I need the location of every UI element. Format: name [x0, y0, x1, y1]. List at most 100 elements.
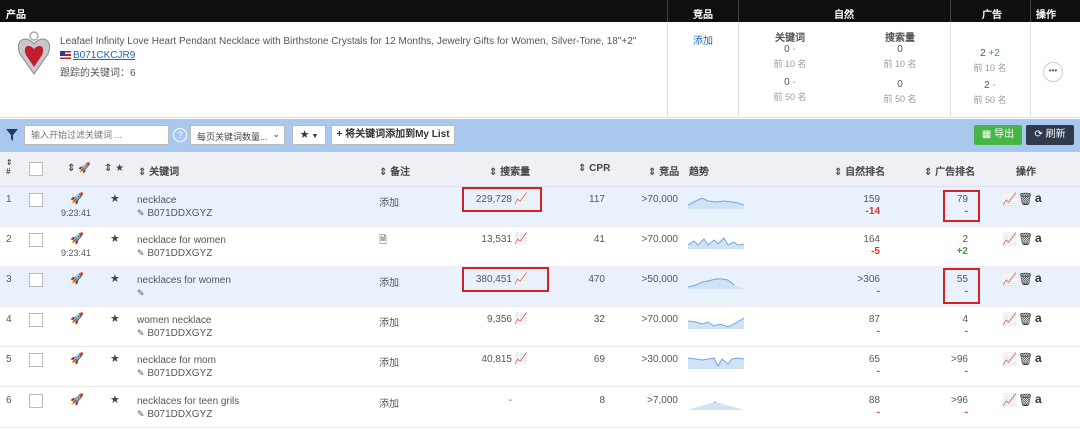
export-label: 导出 [994, 129, 1015, 140]
trash-icon[interactable]: 🗑 [1018, 312, 1033, 326]
sort-num-header[interactable]: ⇕ # [6, 158, 13, 176]
highlight-box-sv-row3 [462, 267, 549, 292]
chart-line-icon[interactable]: 📈 [1002, 232, 1017, 246]
amazon-icon[interactable]: a [1035, 351, 1042, 365]
sort-natural-rank-header[interactable]: ⇕ 自然排名 [834, 163, 885, 178]
sort-competing-header[interactable]: ⇕ 竞品 [648, 163, 679, 178]
trash-icon[interactable]: 🗑 [1018, 393, 1033, 407]
product-summary-row: Leafael Infinity Love Heart Pendant Neck… [0, 22, 1080, 118]
trend-sparkline [688, 357, 744, 369]
star-icon[interactable]: ★ [110, 352, 120, 365]
sort-cpr-header[interactable]: ⇕ CPR [578, 163, 610, 174]
trash-icon[interactable]: 🗑 [1018, 352, 1033, 366]
trash-icon[interactable]: 🗑 [1018, 272, 1033, 286]
chart-line-icon[interactable]: 📈 [1002, 272, 1017, 286]
amazon-icon[interactable]: a [1035, 191, 1042, 205]
row-checkbox[interactable] [29, 313, 43, 327]
chart-line-icon[interactable]: 📈 [1002, 393, 1017, 407]
table-row[interactable]: 5 🚀 ★ necklace for mom ✎ B071DDXGYZ 添加 4… [0, 347, 1080, 387]
sort-keyword-header[interactable]: ⇕ 关键词 [138, 163, 179, 178]
help-icon[interactable]: ? [173, 128, 187, 142]
star-icon[interactable]: ★ [110, 192, 120, 205]
search-volume: 13,531 [481, 234, 512, 245]
keyword-asin: ✎ B071DDXGYZ [137, 409, 213, 420]
header-product: 产品 [6, 10, 26, 21]
star-icon[interactable]: ★ [110, 312, 120, 325]
rocket-icon[interactable]: 🚀 [70, 352, 84, 365]
amazon-icon[interactable]: a [1035, 392, 1042, 406]
trend-sparkline [688, 278, 744, 289]
edit-icon[interactable]: ✎ [137, 208, 145, 218]
keyword-text: necklace for mom [137, 355, 216, 366]
trash-icon[interactable]: 🗑 [1018, 232, 1033, 246]
rocket-icon[interactable]: 🚀 [70, 272, 84, 285]
refresh-label: 刷新 [1045, 129, 1066, 140]
rocket-icon[interactable]: 🚀 [70, 192, 84, 205]
header-ads: 广告 [982, 10, 1002, 21]
actions-header: 操作 [1016, 167, 1036, 178]
trash-icon[interactable]: 🗑 [1018, 192, 1033, 206]
natural-rank-delta: - [876, 326, 880, 337]
caret-down-icon: ▼ [309, 133, 319, 140]
star-icon[interactable]: ★ [110, 393, 120, 406]
ad-top50-label: 前 50 名 [973, 95, 1007, 105]
star-icon[interactable]: ★ [110, 232, 120, 245]
refresh-button[interactable]: ⟳ 刷新 [1026, 125, 1074, 145]
table-row[interactable]: 6 🚀 ★ necklaces for teen grils ✎ B071DDX… [0, 388, 1080, 428]
row-checkbox[interactable] [29, 353, 43, 367]
sort-note-header[interactable]: ⇕ 备注 [379, 163, 410, 178]
chart-icon[interactable]: 📈 [514, 352, 528, 365]
rocket-icon[interactable]: 🚀 [70, 312, 84, 325]
rocket-icon[interactable]: 🚀 [70, 393, 84, 406]
sort-ad-rank-header[interactable]: ⇕ 广告排名 [924, 163, 975, 178]
amazon-icon[interactable]: a [1035, 271, 1042, 285]
chart-line-icon[interactable]: 📈 [1002, 192, 1017, 206]
star-icon[interactable]: ★ [110, 272, 120, 285]
competing-value: >70,000 [641, 314, 678, 325]
edit-icon[interactable]: ✎ [137, 328, 145, 338]
note-cell[interactable]: 添加 [379, 194, 399, 209]
product-asin-link[interactable]: B071CKCJR9 [73, 50, 135, 61]
natural-kw-top10-delta: - [792, 44, 796, 55]
amazon-icon[interactable]: a [1035, 231, 1042, 245]
ad-rank: 2 [962, 234, 968, 245]
chart-icon[interactable]: 📈 [514, 232, 528, 245]
keyword-filter-input[interactable] [24, 125, 169, 145]
edit-icon[interactable]: ✎ [137, 288, 145, 298]
chart-line-icon[interactable]: 📈 [1002, 352, 1017, 366]
sort-rocket-header[interactable]: ⇕ 🚀 [67, 163, 91, 174]
note-cell[interactable]: 添加 [379, 354, 399, 369]
add-to-mylist-button[interactable]: + 将关键词添加到My List [331, 125, 455, 145]
row-number: 2 [6, 234, 12, 245]
row-number: 6 [6, 395, 12, 406]
note-cell[interactable]: 添加 [379, 274, 399, 289]
star-filter-dropdown[interactable]: ★ ▼ [292, 125, 326, 145]
row-checkbox[interactable] [29, 394, 43, 408]
edit-icon[interactable]: ✎ [137, 248, 145, 258]
cpr-value: 41 [593, 234, 605, 245]
amazon-icon[interactable]: a [1035, 311, 1042, 325]
table-row[interactable]: 2 🚀 9:23:41 ★ necklace for women ✎ B071D… [0, 227, 1080, 267]
table-row[interactable]: 4 🚀 ★ women necklace ✎ B071DDXGYZ 添加 9,3… [0, 307, 1080, 347]
filter-icon[interactable] [6, 129, 18, 141]
row-checkbox[interactable] [29, 273, 43, 287]
note-cell[interactable]: 添加 [379, 314, 399, 329]
ad-rank: 4 [962, 314, 968, 325]
select-all-checkbox[interactable] [29, 162, 43, 176]
document-icon[interactable]: 🗎 [379, 233, 387, 250]
edit-icon[interactable]: ✎ [137, 368, 145, 378]
natural-rank-delta: -5 [871, 246, 880, 257]
row-checkbox[interactable] [29, 233, 43, 247]
rocket-icon[interactable]: 🚀 [70, 232, 84, 245]
sort-star-header[interactable]: ⇕ ★ [104, 163, 124, 174]
note-cell[interactable]: 添加 [379, 395, 399, 410]
edit-icon[interactable]: ✎ [137, 409, 145, 419]
row-checkbox[interactable] [29, 193, 43, 207]
export-button[interactable]: ▦ 导出 [974, 125, 1022, 145]
more-options-button[interactable]: ••• [1043, 62, 1063, 82]
chart-icon[interactable]: 📈 [514, 312, 528, 325]
sort-search-volume-header[interactable]: ⇕ 搜索量 [489, 163, 530, 178]
per-page-select[interactable]: 每页关键词数量... ⌄ [190, 125, 285, 145]
chart-line-icon[interactable]: 📈 [1002, 312, 1017, 326]
competing-add-link[interactable]: 添加 [693, 32, 713, 47]
